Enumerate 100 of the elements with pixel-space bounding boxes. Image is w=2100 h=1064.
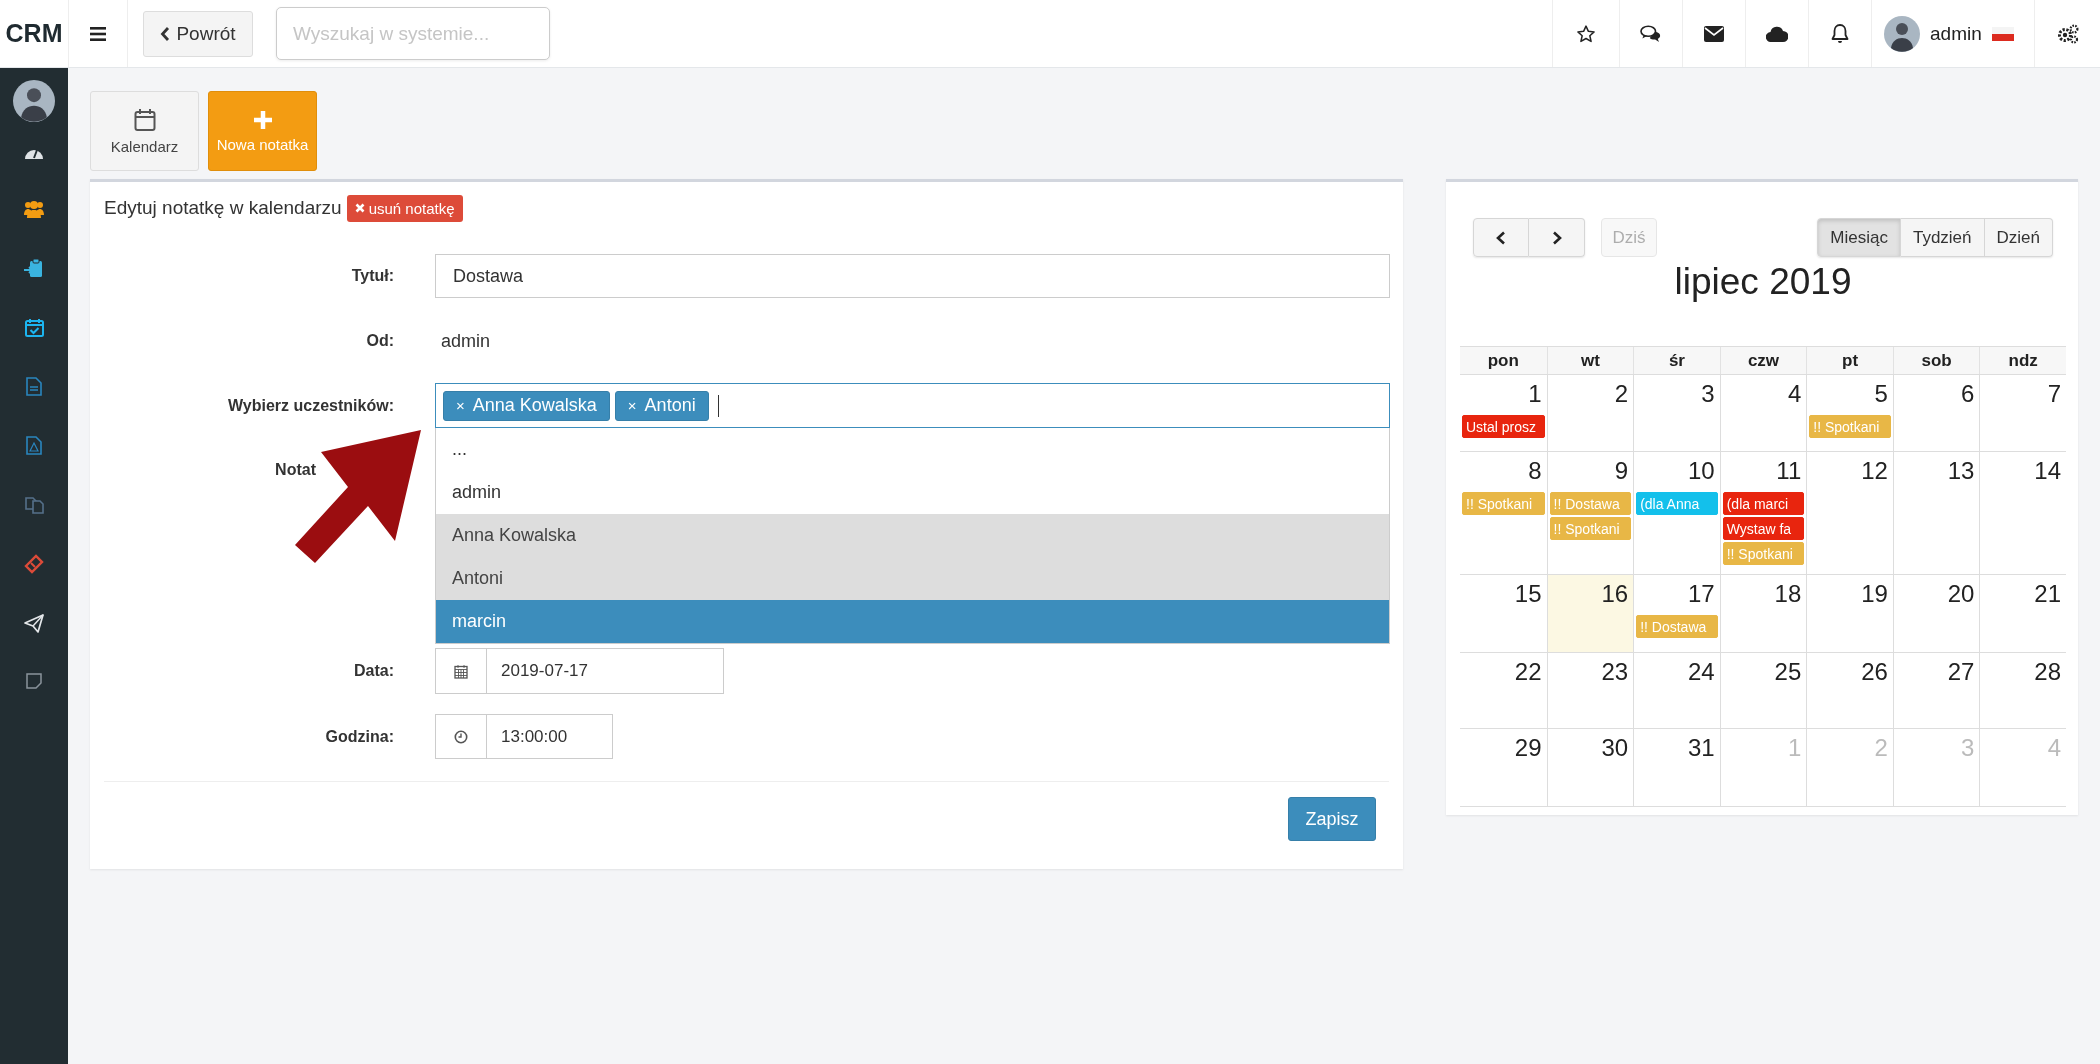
paper-plane-icon[interactable] xyxy=(24,614,44,633)
day-cell[interactable]: 14 xyxy=(1979,452,2066,574)
day-number: 22 xyxy=(1514,657,1543,687)
calendar-event[interactable]: Wystaw fa xyxy=(1722,517,1805,540)
day-number: 29 xyxy=(1514,733,1543,763)
day-cell[interactable]: 23 xyxy=(1546,653,1634,728)
envelope-icon[interactable] xyxy=(1704,25,1724,42)
day-cell[interactable]: 27 xyxy=(1892,653,1980,728)
dropdown-option[interactable]: marcin xyxy=(436,600,1389,643)
settings-icon[interactable] xyxy=(2056,23,2079,44)
day-number: 4 xyxy=(2047,733,2062,763)
day-number: 13 xyxy=(1947,456,1976,486)
clipboard-icon[interactable] xyxy=(24,258,44,278)
chat-icon[interactable] xyxy=(1640,23,1662,44)
avatar[interactable] xyxy=(13,80,55,122)
view-tab[interactable]: Tydzień xyxy=(1900,218,1985,257)
day-cell[interactable]: 28 xyxy=(1979,653,2066,728)
day-cell[interactable]: 4 xyxy=(1719,375,1807,451)
day-number: 28 xyxy=(2034,657,2062,687)
dropdown-option[interactable]: ... xyxy=(436,428,1389,471)
back-button[interactable]: Powrót xyxy=(143,10,253,57)
participant-tag[interactable]: × Antoni xyxy=(614,390,709,421)
participant-tag[interactable]: × Anna Kowalska xyxy=(443,390,610,421)
day-cell[interactable]: 5 !! Spotkani xyxy=(1806,375,1893,451)
day-cell[interactable]: 12 xyxy=(1806,452,1893,574)
day-cell[interactable]: 21 xyxy=(1979,575,2066,652)
weekday-header: wt xyxy=(1546,347,1634,374)
weekday-header: pt xyxy=(1806,347,1893,374)
day-cell[interactable]: 20 xyxy=(1892,575,1980,652)
ticket-icon[interactable] xyxy=(24,554,44,574)
day-number: 2 xyxy=(1614,379,1630,409)
day-cell[interactable]: 30 xyxy=(1546,729,1634,806)
day-cell[interactable]: 7 xyxy=(1979,375,2066,451)
field-label: Notat xyxy=(275,461,316,479)
day-number: 3 xyxy=(1961,733,1976,763)
day-number: 19 xyxy=(1861,579,1889,609)
day-cell[interactable]: 2 xyxy=(1546,375,1634,451)
document-icon[interactable] xyxy=(26,377,42,396)
day-cell[interactable]: 17 !! Dostawa xyxy=(1633,575,1720,652)
save-button[interactable]: Zapisz xyxy=(1288,797,1376,841)
field-label: Godzina: xyxy=(324,727,394,746)
day-cell[interactable]: 19 xyxy=(1806,575,1893,652)
dropdown-option[interactable]: Antoni xyxy=(436,557,1389,600)
calendar-icon xyxy=(133,107,156,132)
copy-icon[interactable] xyxy=(24,495,44,514)
day-cell[interactable]: 15 xyxy=(1460,575,1547,652)
day-cell[interactable]: 8 !! Spotkani xyxy=(1460,452,1547,574)
search-field[interactable]: Wyszukaj w systemie... xyxy=(276,7,550,60)
author-value: admin xyxy=(440,330,491,351)
day-cell[interactable]: 18 xyxy=(1719,575,1807,652)
day-number: 1 xyxy=(1787,733,1803,763)
day-cell[interactable]: 10 (dla Anna xyxy=(1633,452,1720,574)
field-label: Tytuł: xyxy=(350,267,394,285)
bell-icon[interactable] xyxy=(1831,23,1849,44)
day-cell[interactable]: 29 xyxy=(1460,729,1547,806)
day-cell[interactable]: 26 xyxy=(1806,653,1893,728)
calendar-event[interactable]: Ustal prosz xyxy=(1462,415,1545,438)
field-label: Wybierz uczestników: xyxy=(227,396,394,415)
view-tab[interactable]: Miesiąc xyxy=(1817,218,1901,257)
today-cell[interactable]: 16 xyxy=(1546,575,1634,652)
day-number: 24 xyxy=(1688,657,1716,687)
weekday-header: czw xyxy=(1719,347,1807,374)
calendar-event[interactable]: (dla marci xyxy=(1722,492,1805,515)
day-cell[interactable]: 3 xyxy=(1633,375,1720,451)
view-tab[interactable]: Dzień xyxy=(1984,218,2053,257)
cloud-icon[interactable] xyxy=(1766,25,1788,42)
day-cell[interactable]: 24 xyxy=(1633,653,1720,728)
day-number: 30 xyxy=(1601,733,1630,763)
calendar-button[interactable]: Kalendarz xyxy=(90,91,199,171)
plus-icon xyxy=(252,109,273,130)
user-menu[interactable]: admin xyxy=(1871,0,2034,67)
avatar xyxy=(1884,15,1920,52)
users-icon[interactable] xyxy=(23,200,45,218)
day-cell[interactable]: 11 (dla marci Wystaw fa !! Spotkani xyxy=(1719,452,1807,574)
day-cell[interactable]: 25 xyxy=(1719,653,1807,728)
day-number: 27 xyxy=(1947,657,1976,687)
day-number: 12 xyxy=(1861,456,1889,486)
day-number: 20 xyxy=(1947,579,1976,609)
menu-icon[interactable] xyxy=(90,26,106,41)
delete-note-button[interactable]: usuń notatkę xyxy=(346,194,463,222)
title-field[interactable]: Dostawa xyxy=(435,254,1390,298)
day-cell[interactable]: 13 xyxy=(1892,452,1980,574)
calendar-check-icon[interactable] xyxy=(24,318,44,337)
day-cell[interactable]: 6 xyxy=(1892,375,1980,451)
weekday-header: sob xyxy=(1892,347,1980,374)
dropdown-option[interactable]: admin xyxy=(436,471,1389,514)
day-cell[interactable]: 22 xyxy=(1460,653,1547,728)
star-icon[interactable] xyxy=(1576,23,1596,44)
day-number: 4 xyxy=(1787,379,1803,409)
note-icon[interactable] xyxy=(26,673,42,689)
form-title: Edytuj notatkę w kalendarzu xyxy=(104,197,342,219)
day-number: 15 xyxy=(1514,579,1543,609)
day-number: 25 xyxy=(1774,657,1803,687)
weekday-header: ndz xyxy=(1979,347,2066,374)
day-cell[interactable]: 1 Ustal prosz xyxy=(1460,375,1547,451)
pdf-icon[interactable] xyxy=(26,436,42,455)
day-cell[interactable]: 31 xyxy=(1633,729,1720,806)
weekday-header: śr xyxy=(1633,347,1720,374)
dropdown-option[interactable]: Anna Kowalska xyxy=(436,514,1389,557)
participants-field[interactable]: × Anna Kowalska × Antoni xyxy=(435,383,1390,428)
